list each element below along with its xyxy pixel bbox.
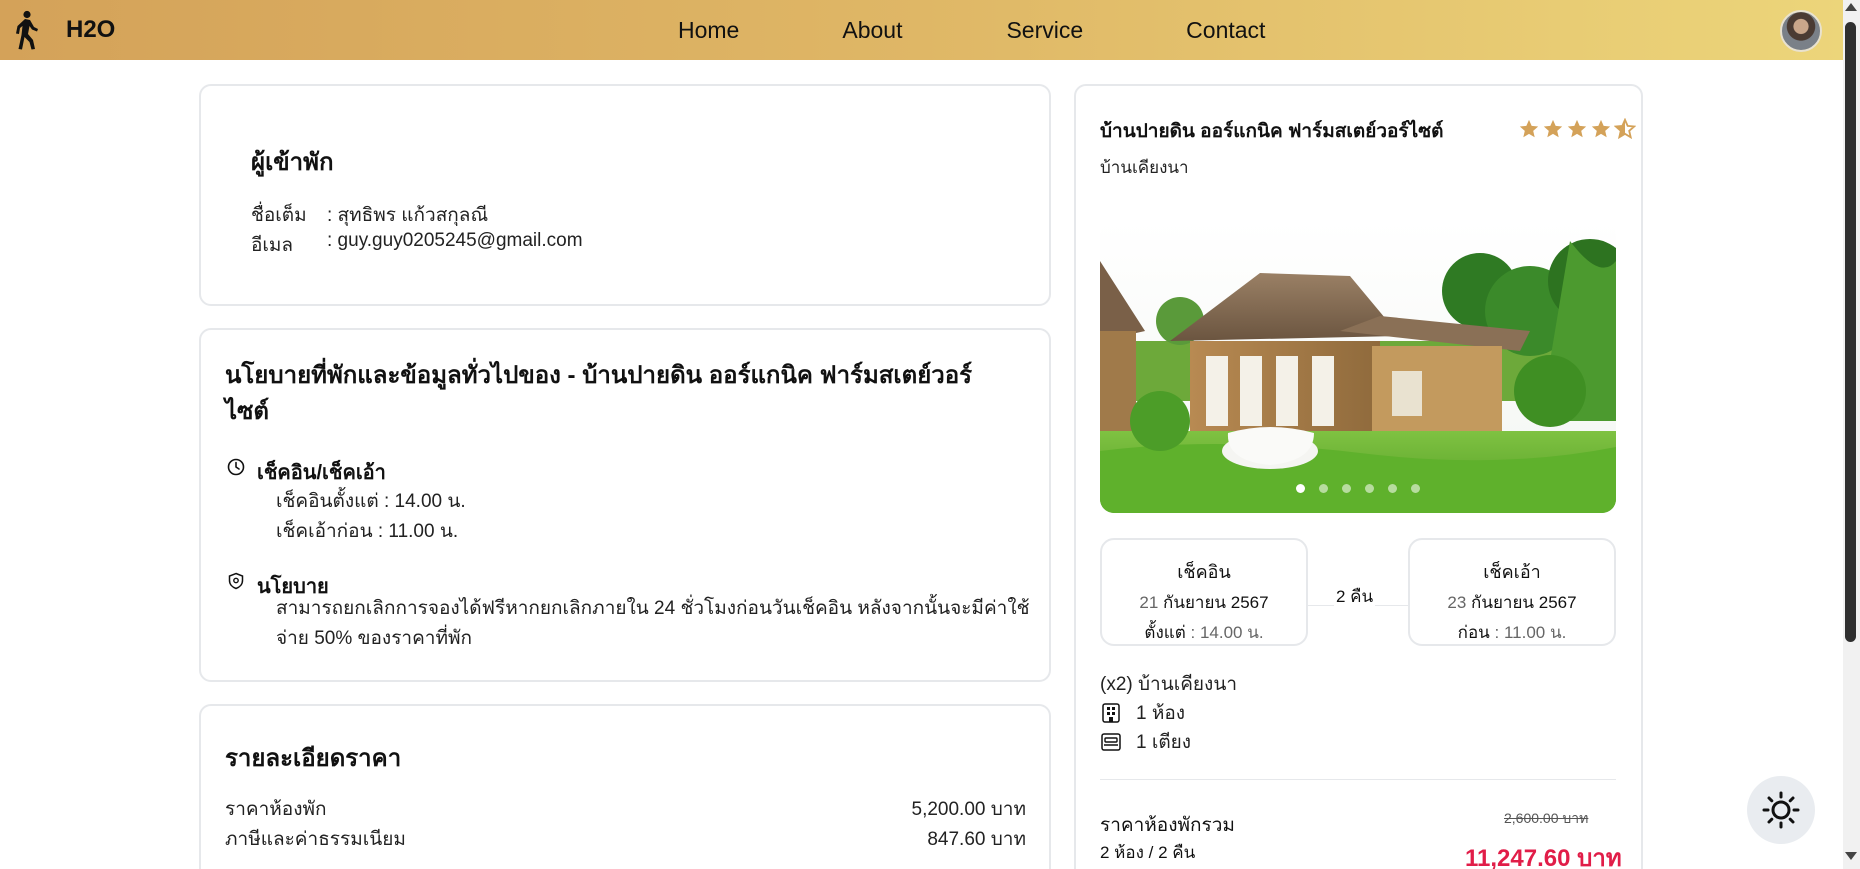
- nav-contact-link[interactable]: Contact: [1186, 17, 1265, 44]
- checkin-checkout-title: เช็คอิน/เช็คเอ้า: [257, 462, 386, 484]
- nav-home-link[interactable]: Home: [678, 17, 739, 44]
- clock-icon: [227, 458, 245, 476]
- checkin-time-text: เช็คอินตั้งแต่ : 14.00 น.: [276, 491, 466, 512]
- room-price-value: 5,200.00 บาท: [911, 799, 1027, 820]
- tax-fee-row: ภาษีและค่าธรรมเนียม 847.60 บาท: [225, 824, 1026, 854]
- carousel-dot[interactable]: [1319, 484, 1328, 493]
- room-type-subtitle: บ้านเคียงนา: [1100, 158, 1189, 177]
- scrollbar-thumb[interactable]: [1845, 22, 1856, 642]
- room-photo-carousel[interactable]: [1100, 221, 1616, 513]
- policy-section-title: นโยบายที่พักและข้อมูลทั่วไปของ - บ้านปาย…: [225, 362, 973, 425]
- guest-name-row: ชื่อเต็ม : สุทธิพร แก้วสกุลณี: [251, 200, 488, 230]
- carousel-dot[interactable]: [1388, 484, 1397, 493]
- rooms-count: 1 ห้อง: [1136, 703, 1186, 724]
- room-summary: (x2) บ้านเคียงนา: [1100, 674, 1237, 695]
- shield-icon: [227, 572, 245, 590]
- nav-about-link[interactable]: About: [842, 17, 902, 44]
- guest-section-title: ผู้เข้าพัก: [251, 149, 334, 176]
- guest-name-label: ชื่อเต็ม: [251, 205, 307, 226]
- star-half-icon: [1614, 118, 1636, 140]
- beds-count: 1 เตียง: [1136, 732, 1192, 753]
- price-section-title: รายละเอียดราคา: [225, 745, 402, 772]
- checkout-month-year: กันยายน 2567: [1471, 593, 1577, 612]
- checkin-title: เช็คอิน: [1177, 562, 1231, 582]
- beds-row: 1 เตียง: [1100, 727, 1191, 757]
- checkout-day: 23: [1447, 593, 1467, 612]
- rooms-nights-summary: 2 ห้อง / 2 คืน: [1100, 843, 1196, 862]
- booking-summary-card: บ้านปายดิน ออร์แกนิค ฟาร์มสเตย์วอร์ไซต์ …: [1074, 84, 1643, 869]
- checkin-day: 21: [1139, 593, 1159, 612]
- price-details-card: รายละเอียดราคา ราคาห้องพัก 5,200.00 บาท …: [199, 704, 1051, 869]
- checkin-time-value: : 14.00 น.: [1190, 623, 1264, 642]
- guest-email-label: อีเมล: [251, 235, 294, 256]
- navbar: H2O Home About Service Contact: [0, 0, 1843, 60]
- total-price-label: ราคาห้องพักรวม: [1100, 815, 1235, 836]
- rooms-row: 1 ห้อง: [1100, 698, 1185, 728]
- carousel-dot[interactable]: [1411, 484, 1420, 493]
- carousel-indicators: [1100, 484, 1616, 493]
- bamboo-hut-photo: [1100, 221, 1616, 513]
- checkin-time-label: ตั้งแต่: [1144, 623, 1186, 642]
- walking-person-icon: [10, 8, 42, 52]
- room-price-label: ราคาห้องพัก: [225, 799, 327, 820]
- checkout-time-text: เช็คเอ้าก่อน : 11.00 น.: [276, 521, 459, 542]
- nights-count: 2 คืน: [1334, 583, 1376, 610]
- scroll-down-arrow-icon[interactable]: [1845, 852, 1857, 860]
- tax-fee-value: 847.60 บาท: [927, 829, 1026, 850]
- nav-service-link[interactable]: Service: [1006, 17, 1083, 44]
- star-full-icon: [1543, 119, 1563, 138]
- star-full-icon: [1519, 119, 1539, 138]
- checkin-date: 21 กันยายน 2567: [1102, 589, 1306, 616]
- checkin-month-year: กันยายน 2567: [1163, 593, 1269, 612]
- theme-toggle-button[interactable]: [1747, 776, 1815, 844]
- checkout-date-box: เช็คเอ้า 23 กันยายน 2567 ก่อน : 11.00 น.: [1408, 538, 1616, 646]
- carousel-dot[interactable]: [1342, 484, 1351, 493]
- original-price: 2,600.00 บาท: [1504, 810, 1589, 826]
- checkout-time-value: : 11.00 น.: [1494, 623, 1567, 642]
- brand[interactable]: H2O: [10, 8, 115, 52]
- nav-links: Home About Service Contact: [678, 0, 1265, 60]
- policy-card: นโยบายที่พักและข้อมูลทั่วไปของ - บ้านปาย…: [199, 328, 1051, 682]
- checkout-date: 23 กันยายน 2567: [1410, 589, 1614, 616]
- carousel-dot[interactable]: [1296, 484, 1305, 493]
- hotel-name: บ้านปายดิน ออร์แกนิค ฟาร์มสเตย์วอร์ไซต์: [1100, 121, 1444, 142]
- user-avatar[interactable]: [1780, 10, 1822, 52]
- sun-icon: [1762, 791, 1800, 829]
- total-price: 11,247.60 บาท: [1465, 845, 1622, 869]
- checkin-date-box: เช็คอิน 21 กันยายน 2567 ตั้งแต่ : 14.00 …: [1100, 538, 1308, 646]
- guest-email-row: อีเมล : guy.guy0205245@gmail.com: [251, 230, 583, 260]
- star-rating: [1518, 118, 1638, 140]
- guest-name-value: : สุทธิพร แก้วสกุลณี: [327, 205, 489, 226]
- scroll-up-arrow-icon[interactable]: [1845, 3, 1857, 11]
- checkout-time: ก่อน : 11.00 น.: [1410, 619, 1614, 646]
- building-icon: [1100, 702, 1122, 724]
- guest-info-card: ผู้เข้าพัก ชื่อเต็ม : สุทธิพร แก้วสกุลณี…: [199, 84, 1051, 306]
- bed-icon: [1100, 731, 1122, 753]
- checkin-time: ตั้งแต่ : 14.00 น.: [1102, 619, 1306, 646]
- tax-fee-label: ภาษีและค่าธรรมเนียม: [225, 829, 406, 850]
- summary-divider: [1100, 779, 1616, 780]
- guest-email-value: : guy.guy0205245@gmail.com: [327, 230, 583, 251]
- room-price-row: ราคาห้องพัก 5,200.00 บาท: [225, 794, 1026, 824]
- brand-name: H2O: [66, 16, 116, 43]
- star-full-icon: [1567, 119, 1587, 138]
- star-full-icon: [1591, 119, 1611, 138]
- carousel-dot[interactable]: [1365, 484, 1374, 493]
- cancellation-policy-text: สามารถยกเลิกการจองได้ฟรีหากยกเลิกภายใน 2…: [276, 598, 1030, 649]
- checkout-time-label: ก่อน: [1457, 623, 1490, 642]
- checkout-title: เช็คเอ้า: [1483, 562, 1541, 582]
